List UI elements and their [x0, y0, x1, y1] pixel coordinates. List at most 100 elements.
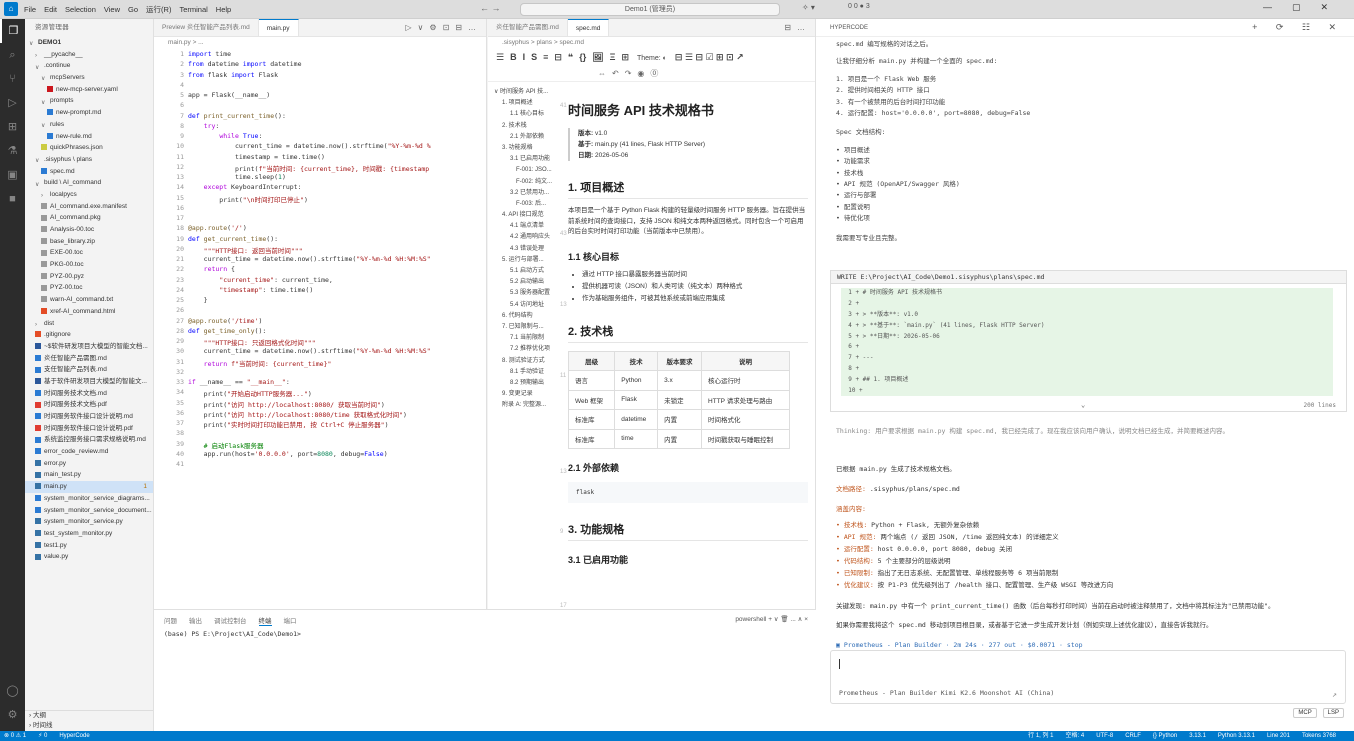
tree-item[interactable]: warn-AI_command.txt [25, 294, 153, 306]
tree-item[interactable]: spec.md [25, 166, 153, 178]
status-right-6[interactable]: Python 3.13.1 [1218, 733, 1255, 739]
panel-tab[interactable]: 终端 [258, 615, 272, 626]
theme-toggle[interactable]: Theme: ◐ [637, 55, 667, 62]
tree-item[interactable]: value.py [25, 551, 153, 563]
panel-tab[interactable]: 问题 [164, 615, 177, 625]
tree-item[interactable]: main_test.py [25, 469, 153, 481]
code-line[interactable]: return { [188, 265, 235, 273]
toolbar-button[interactable]: B [510, 52, 517, 62]
tree-item[interactable]: error.py [25, 458, 153, 470]
toc-item[interactable]: 9. 变更记录 [488, 389, 564, 400]
status-left-1[interactable]: ⚡ 0 [38, 733, 47, 739]
code-line[interactable]: @app.route('/time') [188, 317, 262, 325]
tree-item[interactable]: test1.py [25, 540, 153, 552]
tree-item[interactable]: new-prompt.md [25, 107, 153, 119]
diff-expand-icon[interactable]: ⌄ [1081, 401, 1085, 409]
terminal-prompt[interactable]: (base) PS E:\Project\AI_Code\Demo1> [154, 630, 816, 638]
tree-item[interactable]: 时间服务技术文档.pdf [25, 399, 153, 411]
tree-item[interactable]: 基于软件研发项目大模型的智能文... [25, 376, 153, 388]
code-line[interactable]: print("实时时间打印功能已禁用, 按 Ctrl+C 停止服务器") [188, 419, 389, 429]
toc-item[interactable]: F-003: 后... [488, 199, 564, 210]
tree-item[interactable]: AI_command.exe.manifest [25, 201, 153, 213]
code-line[interactable]: "current_time": current_time, [188, 276, 333, 284]
tab-spec-md[interactable]: spec.md [567, 19, 610, 36]
window-controls[interactable]: —▢✕ [1263, 2, 1348, 13]
code-line[interactable]: print("\n时间打印已停止") [188, 194, 308, 204]
panel-tab[interactable]: 输出 [189, 615, 202, 625]
code-line[interactable]: """HTTP接口: 只返回格式化时间""" [188, 337, 316, 347]
toc-item[interactable]: ∨ 时间服务 API 技... [488, 87, 564, 98]
diff-lines[interactable]: 1 + # 时间服务 API 技术规格书 2 + 3 + > **版本**: v… [841, 288, 1333, 396]
tree-item[interactable]: PYZ-00.pyz [25, 271, 153, 283]
source-control-icon[interactable]: ⑂ [0, 67, 25, 91]
code-line[interactable]: app = Flask(__name__) [188, 91, 270, 99]
docker-icon[interactable]: ▣ [0, 163, 25, 187]
tree-item[interactable]: error_code_review.md [25, 446, 153, 458]
code-line[interactable]: print(f"当前时间: {current_time}, 时间戳: {time… [188, 163, 429, 173]
account-icon[interactable]: ◯ [0, 679, 25, 703]
toc-item[interactable]: 附录 A: 完整源... [488, 400, 564, 411]
menu-1[interactable]: Edit [44, 5, 57, 14]
code-line[interactable]: try: [188, 122, 220, 130]
toc-item[interactable]: 6. 代码结构 [488, 311, 564, 322]
settings-gear-icon[interactable]: ⚙ [0, 703, 25, 727]
toc-item[interactable]: 7. 已知限制与... [488, 322, 564, 333]
toc-item[interactable]: 4. API 接口规范 [488, 210, 564, 221]
tree-item[interactable]: system_monitor_service_document... [25, 505, 153, 517]
model-selector[interactable]: Prometheus - Plan Builder Kimi K2.6 Moon… [839, 689, 1054, 697]
code-line[interactable]: except KeyboardInterrupt: [188, 183, 302, 191]
status-right-5[interactable]: 3.13.1 [1189, 733, 1206, 739]
panel-tab[interactable]: 调试控制台 [214, 615, 247, 625]
code-line[interactable]: # 启动Flask服务器 [188, 440, 264, 450]
menu-3[interactable]: View [104, 5, 120, 14]
status-right-4[interactable]: {} Python [1153, 733, 1177, 739]
toc-item[interactable]: 7.2 推荐优化项 [488, 344, 564, 355]
tree-item[interactable]: 时间服务软件接口设计说明.md [25, 411, 153, 423]
status-right-8[interactable]: Tokens 3768 [1302, 733, 1336, 739]
tree-item[interactable]: AI_command.pkg [25, 212, 153, 224]
tree-item[interactable]: 时间服务技术文档.md [25, 388, 153, 400]
explorer-footer-1[interactable]: › 时间线 [25, 721, 153, 731]
send-icon[interactable]: ↗ [1332, 690, 1337, 699]
toc-item[interactable]: 1. 项目概述 [488, 98, 564, 109]
toolbar-button[interactable]: ≡ [543, 52, 548, 62]
tree-item[interactable]: PKG-00.toc [25, 259, 153, 271]
menu-7[interactable]: Help [216, 5, 231, 14]
tree-item[interactable]: new-rule.md [25, 131, 153, 143]
tree-item[interactable]: main.py 1 [25, 481, 153, 493]
toc-item[interactable]: 5.2 启动输出 [488, 277, 564, 288]
code-line[interactable]: app.run(host='0.0.0.0', port=8080, debug… [188, 450, 388, 458]
toc-item[interactable]: 4.1 端点清单 [488, 221, 564, 232]
extensions-icon[interactable]: ⊞ [0, 115, 25, 139]
code-line[interactable]: current_time = datetime.now().strftime("… [188, 142, 431, 150]
tree-item[interactable]: 炎任智能产品需图.md [25, 353, 153, 365]
toolbar-button[interactable]: Ξ [610, 52, 616, 62]
tab-main-py[interactable]: main.py [258, 19, 299, 36]
code-line[interactable]: print("开始启动HTTP服务器...") [188, 388, 312, 398]
code-line[interactable]: def get_time_only(): [188, 327, 266, 335]
tree-item[interactable]: ∨ mcpServers [25, 72, 153, 84]
menu-5[interactable]: 运行(R) [146, 5, 171, 14]
toc-item[interactable]: 7.1 当前限制 [488, 333, 564, 344]
toolbar-button[interactable]: ☰ [496, 52, 504, 62]
toc-item[interactable]: F-001: JSO... [488, 165, 564, 176]
toolbar-button[interactable]: ⊞ [621, 52, 629, 62]
hypercode-icon[interactable]: ■ [0, 187, 25, 211]
code-line[interactable]: from flask import Flask [188, 71, 278, 79]
explorer-footer-0[interactable]: › 大纲 [25, 711, 153, 721]
tree-item[interactable]: › localpycs [25, 189, 153, 201]
menu-6[interactable]: Terminal [179, 5, 207, 14]
tree-item[interactable]: 系统监控服务接口需求规格说明.md [25, 434, 153, 446]
tree-item[interactable]: new-mcp-server.yaml [25, 84, 153, 96]
toc-item[interactable]: 3.1 已启用功能 [488, 154, 564, 165]
tree-item[interactable]: ∨ prompts [25, 95, 153, 107]
tree-item[interactable]: base_library.zip [25, 236, 153, 248]
tree-item[interactable]: ∨ build \ AI_command [25, 177, 153, 189]
mcp-button[interactable]: MCP [1293, 708, 1317, 718]
copilot-icon[interactable]: ✧ ▾ [802, 3, 815, 12]
terminal-actions[interactable]: powershell + ∨ 🗑 ... ∧ × [735, 615, 808, 623]
toolbar-button[interactable]: S [531, 52, 537, 62]
breadcrumb[interactable]: main.py > ... [154, 37, 486, 48]
toc-item[interactable]: 8.2 预期输出 [488, 378, 564, 389]
code-line[interactable]: def get_current_time(): [188, 235, 278, 243]
